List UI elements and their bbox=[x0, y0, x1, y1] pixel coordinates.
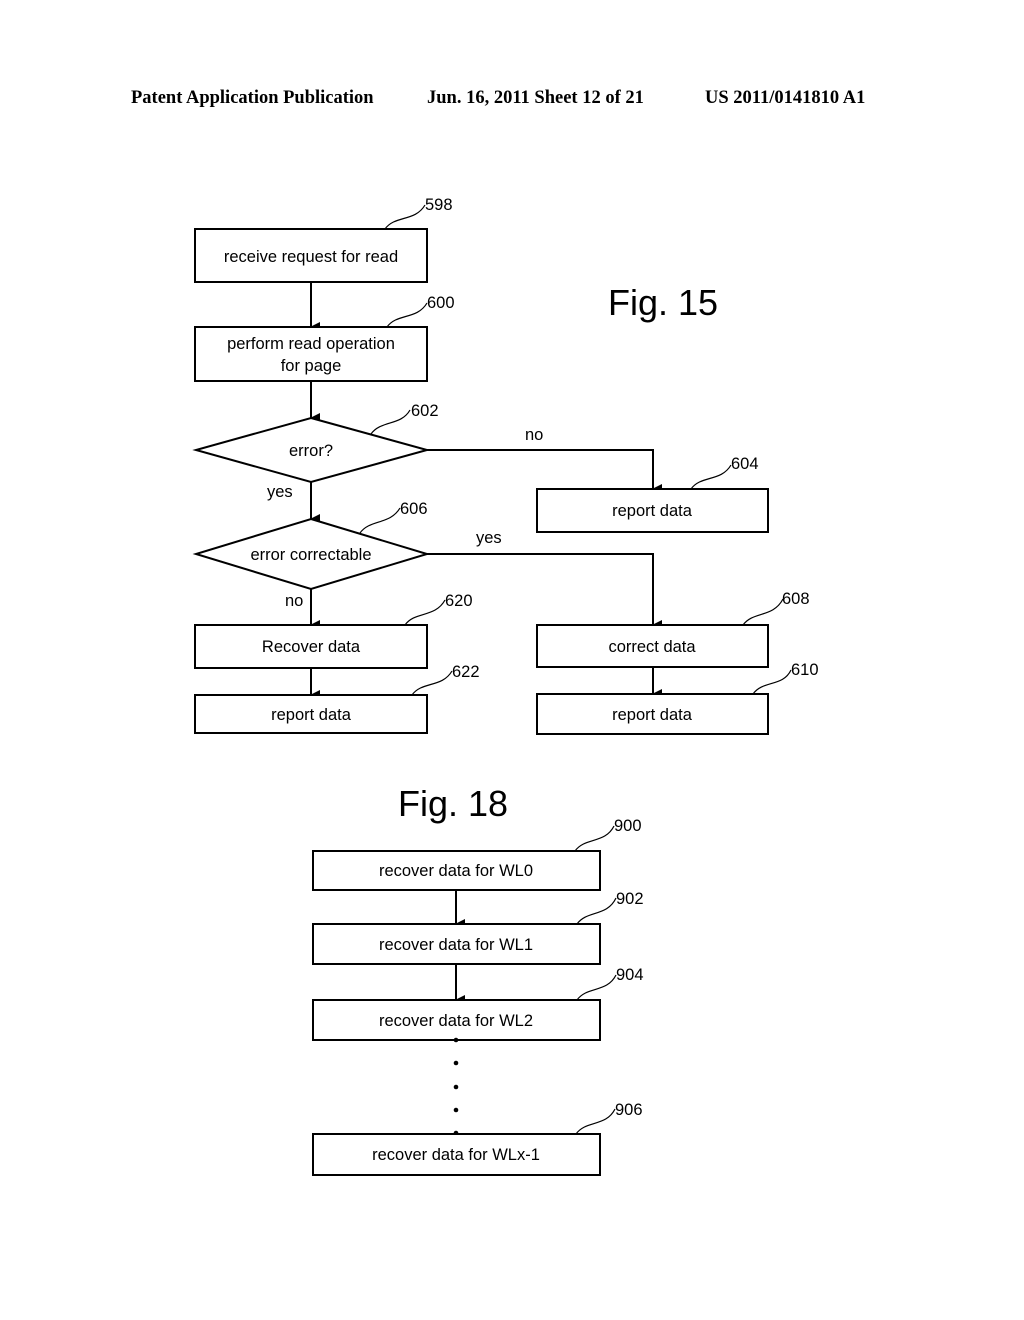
node-598-label: receive request for read bbox=[224, 248, 398, 266]
arrow-606-yes-608 bbox=[427, 553, 662, 630]
ref-608: 608 bbox=[782, 590, 810, 608]
leader-598 bbox=[384, 204, 426, 230]
leader-620 bbox=[404, 599, 446, 626]
node-608-correct-data: correct data 608 bbox=[536, 590, 810, 668]
edge-label-602-yes: yes bbox=[267, 483, 293, 501]
node-622-label: report data bbox=[271, 706, 352, 724]
node-902-label: recover data for WL1 bbox=[379, 936, 533, 954]
node-900-label: recover data for WL0 bbox=[379, 862, 533, 880]
node-904-recover-wl2: recover data for WL2 904 bbox=[312, 966, 644, 1041]
fig18-title: Fig. 18 bbox=[398, 783, 508, 824]
ref-606: 606 bbox=[400, 500, 428, 518]
leader-906 bbox=[575, 1108, 616, 1135]
ref-904: 904 bbox=[616, 966, 644, 984]
ref-602: 602 bbox=[411, 402, 439, 420]
node-604-label: report data bbox=[612, 502, 693, 520]
node-906-recover-wlx-1: recover data for WLx-1 906 bbox=[312, 1101, 643, 1176]
edge-label-606-yes: yes bbox=[476, 529, 502, 547]
node-598-receive-request: receive request for read 598 bbox=[194, 196, 453, 283]
node-620-recover-data: Recover data 620 bbox=[194, 592, 473, 669]
leader-602 bbox=[370, 409, 411, 435]
leader-600 bbox=[386, 302, 428, 328]
fig15-title: Fig. 15 bbox=[608, 282, 718, 323]
ref-620: 620 bbox=[445, 592, 473, 610]
flowchart-canvas: Fig. 15 receive request for read 598 per… bbox=[192, 196, 819, 1176]
leader-904 bbox=[576, 974, 617, 1001]
node-606-label: error correctable bbox=[250, 546, 371, 564]
leader-900 bbox=[574, 825, 615, 852]
node-902-recover-wl1: recover data for WL1 902 bbox=[312, 890, 644, 965]
node-620-label: Recover data bbox=[262, 638, 361, 656]
ref-600: 600 bbox=[427, 294, 455, 312]
node-904-label: recover data for WL2 bbox=[379, 1012, 533, 1030]
ref-604: 604 bbox=[731, 455, 759, 473]
ellipsis-dot bbox=[453, 1037, 459, 1043]
node-610-label: report data bbox=[612, 706, 693, 724]
leader-606 bbox=[359, 507, 401, 534]
ref-610: 610 bbox=[791, 661, 819, 679]
node-600-label-line2: for page bbox=[281, 357, 342, 375]
ref-906: 906 bbox=[615, 1101, 643, 1119]
leader-610 bbox=[752, 669, 792, 695]
edge-label-606-no: no bbox=[285, 592, 303, 610]
arrow-602-no-604 bbox=[427, 449, 662, 494]
edge-label-602-no: no bbox=[525, 426, 543, 444]
node-600-label-line1: perform read operation bbox=[227, 335, 395, 353]
node-906-label: recover data for WLx-1 bbox=[372, 1146, 540, 1164]
ref-622: 622 bbox=[452, 663, 480, 681]
ellipsis-dot bbox=[453, 1084, 459, 1090]
ellipsis-dots bbox=[453, 1037, 459, 1136]
node-602-label: error? bbox=[289, 442, 333, 460]
node-600-perform-read: perform read operation for page 600 bbox=[194, 294, 455, 382]
leader-608 bbox=[742, 598, 784, 626]
leader-902 bbox=[576, 897, 617, 925]
node-610-report-data: report data 610 bbox=[536, 661, 819, 735]
ref-900: 900 bbox=[614, 817, 642, 835]
node-602-error-decision: error? 602 bbox=[192, 402, 439, 484]
ellipsis-dot bbox=[453, 1107, 459, 1113]
ref-902: 902 bbox=[616, 890, 644, 908]
ref-598: 598 bbox=[425, 196, 453, 214]
node-900-recover-wl0: recover data for WL0 900 bbox=[312, 817, 642, 891]
node-608-label: correct data bbox=[608, 638, 696, 656]
node-622-report-data: report data 622 bbox=[194, 663, 480, 734]
ellipsis-dot bbox=[453, 1060, 459, 1066]
leader-604 bbox=[690, 464, 732, 490]
leader-622 bbox=[411, 670, 453, 696]
